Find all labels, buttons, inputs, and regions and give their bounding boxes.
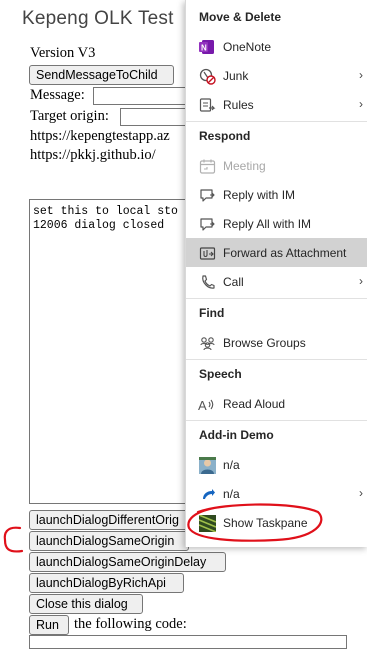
run-button[interactable]: Run	[29, 615, 69, 635]
rules-icon	[198, 96, 216, 114]
chat-icon	[198, 186, 216, 204]
menu-item-show-taskpane[interactable]: Show Taskpane	[186, 508, 367, 537]
chevron-right-icon: ›	[359, 486, 363, 500]
menu-item-meeting: Meeting	[186, 151, 367, 180]
menu-item-label: Junk	[223, 69, 249, 83]
menu-item-label: Read Aloud	[223, 397, 286, 411]
junk-icon	[198, 67, 216, 85]
menu-item-onenote[interactable]: N OneNote	[186, 32, 367, 61]
section-respond: Respond	[199, 129, 251, 143]
version-text: Version V3	[30, 45, 96, 61]
addin-arrow-icon	[198, 485, 216, 503]
menu-item-label: Call	[223, 275, 244, 289]
menu-item-label: n/a	[223, 458, 240, 472]
read-aloud-icon: A	[198, 395, 216, 413]
menu-item-label: Reply All with IM	[223, 217, 312, 231]
context-menu: Move & Delete N OneNote Junk › Rules › R…	[185, 0, 367, 547]
launch-dialog-same-origin-delay-button[interactable]: launchDialogSameOriginDelay	[29, 552, 226, 572]
menu-item-reply-im[interactable]: Reply with IM	[186, 180, 367, 209]
menu-item-call[interactable]: Call ›	[186, 267, 367, 296]
message-label: Message:	[30, 87, 85, 103]
addin-avatar-icon	[198, 456, 216, 474]
svg-text:N: N	[201, 44, 207, 53]
menu-item-reply-all-im[interactable]: Reply All with IM	[186, 209, 367, 238]
phone-icon	[198, 273, 216, 291]
groups-icon	[198, 334, 216, 352]
section-move-delete: Move & Delete	[199, 10, 282, 24]
message-input[interactable]	[93, 87, 193, 105]
menu-item-forward-as-attachment[interactable]: Forward as Attachment	[186, 238, 367, 267]
menu-item-browse-groups[interactable]: Browse Groups	[186, 328, 367, 357]
menu-item-label: Meeting	[223, 159, 266, 173]
section-find: Find	[199, 306, 225, 320]
forward-attachment-icon	[198, 244, 216, 262]
svg-text:A: A	[198, 398, 207, 413]
menu-item-label: OneNote	[223, 40, 272, 54]
close-dialog-button[interactable]: Close this dialog	[29, 594, 143, 614]
send-message-button[interactable]: SendMessageToChild	[29, 65, 174, 85]
menu-item-label: Rules	[223, 98, 254, 112]
section-speech: Speech	[199, 367, 242, 381]
taskpane-thumbnail-icon	[198, 514, 216, 532]
red-bracket-annotation	[3, 526, 24, 553]
url-text-2: https://pkkj.github.io/	[30, 147, 156, 163]
menu-item-label: Forward as Attachment	[223, 246, 347, 260]
url-text-1: https://kepengtestapp.az	[30, 128, 170, 144]
menu-item-junk[interactable]: Junk ›	[186, 61, 367, 90]
meeting-icon	[198, 157, 216, 175]
menu-item-read-aloud[interactable]: A Read Aloud	[186, 389, 367, 418]
chevron-right-icon: ›	[359, 97, 363, 111]
target-origin-label: Target origin:	[30, 108, 109, 124]
menu-item-addin-na-2[interactable]: n/a ›	[186, 479, 367, 508]
menu-item-label: Show Taskpane	[223, 516, 308, 530]
launch-dialog-same-origin-button[interactable]: launchDialogSameOrigin	[29, 531, 189, 551]
menu-item-label: Reply with IM	[223, 188, 296, 202]
run-suffix-text: the following code:	[74, 616, 187, 632]
launch-dialog-rich-api-button[interactable]: launchDialogByRichApi	[29, 573, 184, 593]
chevron-right-icon: ›	[359, 274, 363, 288]
launch-dialog-different-origin-button[interactable]: launchDialogDifferentOrig	[29, 510, 189, 530]
target-origin-input[interactable]	[120, 108, 195, 126]
menu-item-label: n/a	[223, 487, 240, 501]
pane-title: Kepeng OLK Test	[22, 8, 174, 29]
menu-item-label: Browse Groups	[223, 336, 306, 350]
onenote-icon: N	[198, 38, 216, 56]
chevron-right-icon: ›	[359, 68, 363, 82]
log-textarea[interactable]: set this to local sto 12006 dialog close…	[29, 199, 199, 504]
menu-item-rules[interactable]: Rules ›	[186, 90, 367, 119]
chat-icon	[198, 215, 216, 233]
section-addin-demo: Add-in Demo	[199, 428, 274, 442]
menu-item-addin-na-1[interactable]: n/a	[186, 450, 367, 479]
